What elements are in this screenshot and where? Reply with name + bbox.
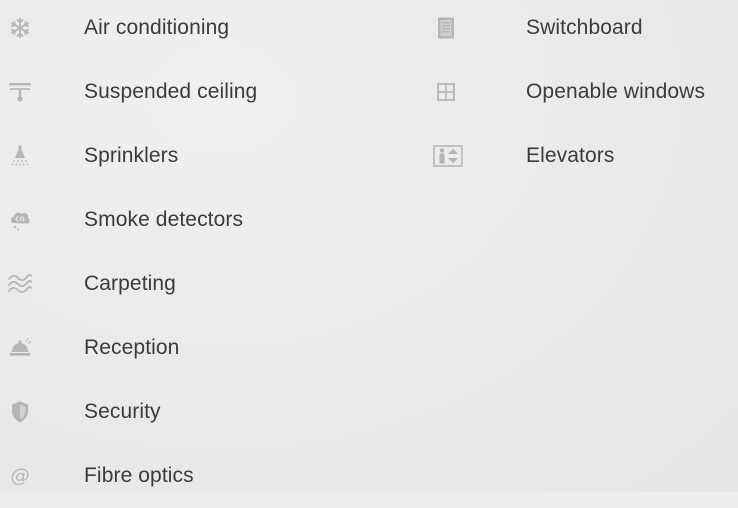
amenity-label: Fibre optics: [84, 464, 194, 487]
ceiling-icon: [7, 79, 33, 105]
svg-text:CO: CO: [15, 216, 25, 223]
amenity-label: Reception: [84, 336, 180, 359]
carpet-waves-icon: [7, 271, 33, 297]
smoke-detector-icon: CO: [7, 207, 33, 233]
amenity-item-security: Security: [0, 380, 400, 444]
amenity-label: Suspended ceiling: [84, 80, 258, 103]
amenity-label: Elevators: [526, 144, 615, 167]
amenities-list: Air conditioning Suspended ceiling Sprin…: [0, 0, 738, 492]
amenity-item-carpeting: Carpeting: [0, 252, 400, 316]
amenity-item-openable-windows: Openable windows: [424, 60, 738, 124]
amenities-left-column: Air conditioning Suspended ceiling Sprin…: [0, 0, 400, 508]
amenity-item-air-conditioning: Air conditioning: [0, 0, 400, 60]
shield-icon: [7, 399, 33, 425]
amenity-label: Air conditioning: [84, 16, 230, 39]
amenities-right-column: Switchboard Openable windows Elevators: [424, 0, 738, 188]
elevator-icon: [433, 143, 463, 169]
amenity-item-switchboard: Switchboard: [424, 0, 738, 60]
svg-text:@: @: [11, 465, 30, 487]
amenity-item-fibre-optics: @ Fibre optics: [0, 444, 400, 508]
amenity-label: Openable windows: [526, 80, 706, 103]
at-sign-icon: @: [7, 463, 33, 489]
amenity-label: Switchboard: [526, 16, 643, 39]
snowflake-icon: [7, 15, 33, 41]
reception-bell-icon: [7, 335, 33, 361]
amenity-item-smoke-detectors: CO Smoke detectors: [0, 188, 400, 252]
amenity-label: Sprinklers: [84, 144, 179, 167]
amenity-item-sprinklers: Sprinklers: [0, 124, 400, 188]
amenity-item-suspended-ceiling: Suspended ceiling: [0, 60, 400, 124]
amenity-label: Security: [84, 400, 161, 423]
window-icon: [433, 79, 459, 105]
amenity-item-reception: Reception: [0, 316, 400, 380]
amenity-item-elevators: Elevators: [424, 124, 738, 188]
amenity-label: Carpeting: [84, 272, 176, 295]
sprinkler-icon: [7, 143, 33, 169]
amenity-label: Smoke detectors: [84, 208, 244, 231]
switchboard-icon: [433, 15, 459, 41]
